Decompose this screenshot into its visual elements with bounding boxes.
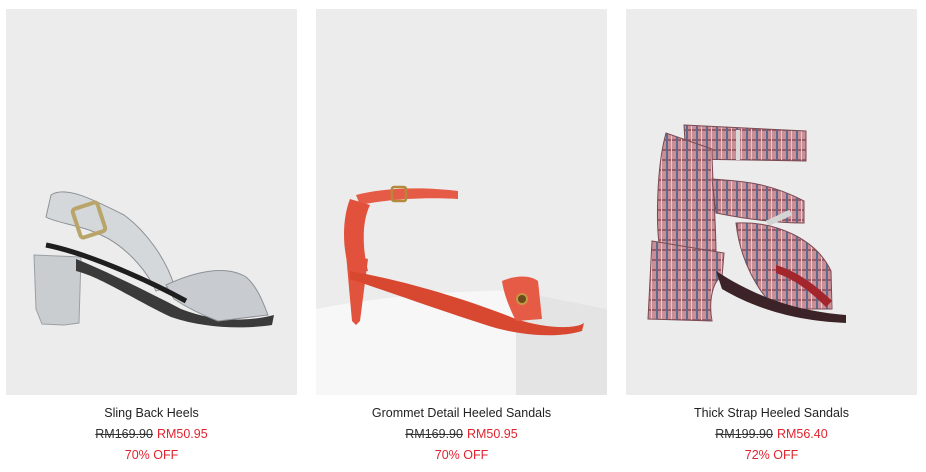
- original-price: RM169.90: [95, 427, 153, 441]
- discount-label: 70% OFF: [434, 448, 489, 462]
- product-prices: RM169.90 RM50.95: [316, 426, 607, 442]
- product-card[interactable]: Sling Back Heels RM169.90 RM50.95 70% OFF: [6, 9, 297, 463]
- product-prices: RM169.90 RM50.95: [6, 426, 297, 442]
- product-name[interactable]: Sling Back Heels: [6, 405, 297, 421]
- sale-price: RM56.40: [776, 427, 828, 441]
- discount-label: 72% OFF: [744, 448, 799, 462]
- product-card[interactable]: Thick Strap Heeled Sandals RM199.90 RM56.…: [626, 9, 917, 463]
- sling-back-heel-image: [33, 191, 274, 328]
- product-image-thick-strap-heeled-sandals[interactable]: [626, 9, 917, 395]
- thick-strap-sandal-image: [647, 124, 846, 323]
- product-image-sling-back-heels[interactable]: [6, 9, 297, 395]
- original-price: RM169.90: [405, 427, 463, 441]
- sale-price: RM50.95: [156, 427, 208, 441]
- product-image-grommet-detail-heeled-sandals[interactable]: [316, 9, 607, 395]
- sale-price: RM50.95: [466, 427, 518, 441]
- product-prices: RM199.90 RM56.40: [626, 426, 917, 442]
- product-card[interactable]: Grommet Detail Heeled Sandals RM169.90 RM…: [316, 9, 607, 463]
- grommet-sandal-image: [316, 185, 607, 395]
- discount-label: 70% OFF: [124, 448, 179, 462]
- product-name[interactable]: Grommet Detail Heeled Sandals: [316, 405, 607, 421]
- original-price: RM199.90: [715, 427, 773, 441]
- product-name[interactable]: Thick Strap Heeled Sandals: [626, 405, 917, 421]
